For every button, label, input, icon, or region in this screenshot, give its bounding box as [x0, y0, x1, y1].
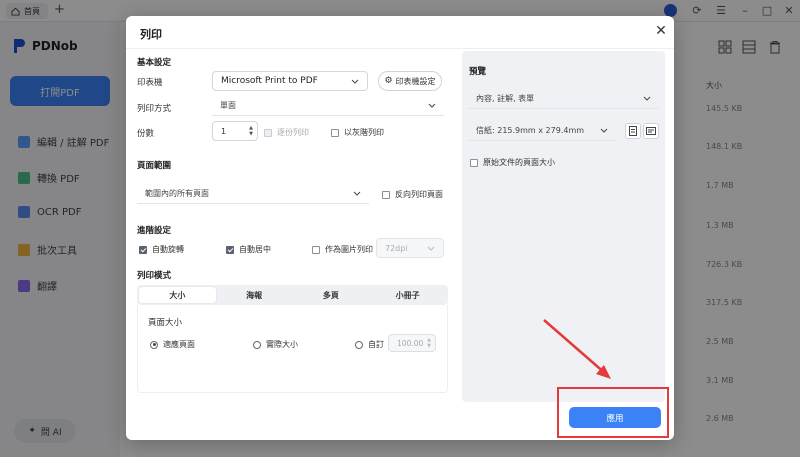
radio-icon [355, 340, 363, 349]
actual-size-label: 實際大小 [266, 340, 298, 349]
checkbox-icon [331, 128, 339, 137]
fit-page-radio[interactable]: 適應頁面 [150, 339, 195, 350]
reverse-pages-checkbox[interactable]: 反向列印頁面 [382, 189, 443, 200]
auto-center-checkbox[interactable]: 自動居中 [226, 244, 271, 255]
grayscale-checkbox[interactable]: 以灰階列印 [331, 127, 384, 138]
reverse-pages-label: 反向列印頁面 [395, 190, 443, 199]
page-size-label: 頁面大小 [148, 318, 183, 328]
print-mode-panel: 頁面大小 適應頁面 實際大小 自訂 100.00 ▲ ▼ [137, 305, 448, 393]
collate-label: 逐份列印 [277, 128, 309, 137]
section-mode-heading: 列印模式 [137, 271, 172, 281]
stepper-arrows-icon[interactable]: ▲ ▼ [249, 125, 253, 137]
checkbox-icon [264, 128, 272, 137]
preview-panel: 預覽 內容, 註解, 表單 信紙: 215.9mm x 279.4mm 原始文件… [462, 51, 665, 402]
print-as-image-checkbox[interactable]: 作為圖片列印 [312, 244, 373, 255]
radio-icon [253, 340, 261, 349]
printer-select[interactable]: Microsoft Print to PDF [212, 71, 368, 91]
paper-size-select[interactable]: 信紙: 215.9mm x 279.4mm [468, 121, 616, 141]
page-range-value: 範圍內的所有頁面 [145, 189, 209, 198]
custom-scale-label: 自訂 [368, 340, 384, 349]
chevron-down-icon [600, 128, 608, 133]
gear-icon: ⚙ [384, 76, 393, 86]
auto-rotate-checkbox[interactable]: 自動旋轉 [139, 244, 184, 255]
chevron-down-icon [643, 96, 651, 101]
tab-booklet[interactable]: 小冊子 [369, 287, 446, 303]
copies-stepper[interactable]: 1 ▲ ▼ [212, 121, 258, 141]
print-method-select[interactable]: 單面 [212, 96, 444, 116]
print-dialog: 列印 ✕ 基本設定 印表機 Microsoft Print to PDF ⚙ 印… [126, 16, 674, 440]
print-mode-tabs: 大小 海報 多頁 小冊子 [137, 285, 448, 305]
printer-settings-label: 印表機設定 [395, 76, 436, 86]
tab-poster[interactable]: 海報 [216, 287, 293, 303]
printer-value: Microsoft Print to PDF [221, 76, 318, 86]
section-basic-heading: 基本設定 [137, 58, 172, 68]
section-advanced-heading: 進階設定 [137, 226, 172, 236]
fit-page-label: 適應頁面 [163, 340, 195, 349]
section-range-heading: 頁面範圍 [137, 161, 172, 171]
custom-scale-radio[interactable]: 自訂 [355, 339, 384, 350]
portrait-orientation-button[interactable] [625, 123, 641, 139]
chevron-down-icon [353, 191, 361, 196]
auto-center-label: 自動居中 [239, 245, 271, 254]
dpi-value: 72dpi [385, 243, 408, 253]
page-range-select[interactable]: 範圍內的所有頁面 [137, 184, 369, 204]
divider [126, 48, 674, 49]
printer-label: 印表機 [137, 78, 163, 88]
checkbox-icon [312, 245, 320, 254]
paper-size-value: 信紙: 215.9mm x 279.4mm [476, 126, 585, 135]
close-icon[interactable]: ✕ [654, 24, 668, 38]
print-method-label: 列印方式 [137, 104, 172, 114]
chevron-down-icon [351, 79, 359, 84]
collate-checkbox[interactable]: 逐份列印 [264, 127, 309, 138]
stepper-arrows-icon[interactable]: ▲ ▼ [427, 337, 431, 349]
copies-label: 份數 [137, 129, 155, 139]
preview-content-select[interactable]: 內容, 註解, 表單 [468, 89, 659, 109]
radio-selected-icon [150, 340, 158, 349]
custom-scale-value: 100.00 [397, 338, 424, 348]
copies-value: 1 [221, 126, 227, 136]
preview-content-value: 內容, 註解, 表單 [476, 94, 535, 103]
chevron-down-icon [428, 103, 436, 108]
checkbox-checked-icon [226, 245, 234, 254]
landscape-orientation-button[interactable] [643, 123, 659, 139]
print-method-value: 單面 [220, 101, 236, 110]
print-as-image-label: 作為圖片列印 [325, 245, 373, 254]
highlight-box [557, 387, 669, 438]
actual-size-radio[interactable]: 實際大小 [253, 339, 298, 350]
original-size-label: 原始文件的頁面大小 [483, 158, 555, 167]
chevron-down-icon [427, 246, 435, 251]
original-size-checkbox[interactable]: 原始文件的頁面大小 [470, 157, 555, 168]
dpi-select[interactable]: 72dpi [376, 238, 444, 258]
custom-scale-input[interactable]: 100.00 ▲ ▼ [388, 334, 436, 352]
preview-heading: 預覽 [469, 67, 487, 77]
auto-rotate-label: 自動旋轉 [152, 245, 184, 254]
printer-settings-button[interactable]: ⚙ 印表機設定 [378, 71, 442, 91]
grayscale-label: 以灰階列印 [344, 128, 384, 137]
checkbox-icon [382, 190, 390, 199]
checkbox-checked-icon [139, 245, 147, 254]
portrait-icon [629, 126, 637, 136]
checkbox-icon [470, 158, 478, 167]
tab-size[interactable]: 大小 [139, 287, 216, 303]
landscape-icon [646, 127, 656, 135]
tab-multiple[interactable]: 多頁 [293, 287, 370, 303]
dialog-title: 列印 [140, 28, 162, 41]
